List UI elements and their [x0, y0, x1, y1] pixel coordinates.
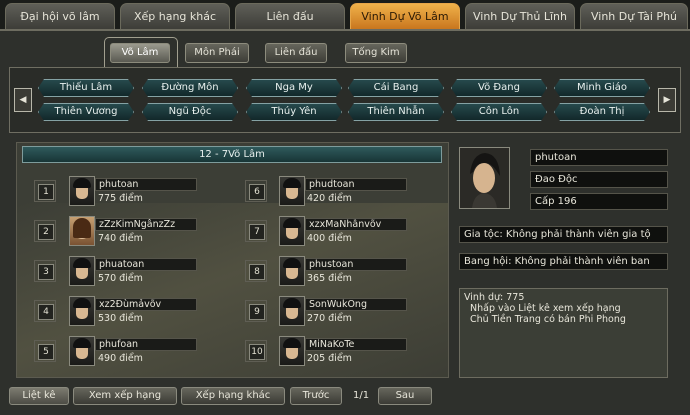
subtab-lien-dau[interactable]: Liên đấu — [265, 43, 327, 63]
avatar[interactable] — [279, 336, 305, 366]
faction-panel — [9, 67, 681, 133]
player-score: 205 điểm — [307, 353, 352, 364]
honor-line: Vinh dự: 775 — [464, 292, 525, 303]
tab-vinh-du-tai-phu[interactable]: Vinh Dự Tài Phú — [580, 3, 688, 29]
player-score: 740 điểm — [98, 233, 143, 244]
player-score: 365 điểm — [307, 273, 352, 284]
avatar[interactable] — [69, 336, 95, 366]
player-score: 400 điểm — [307, 233, 352, 244]
selected-player-guild: Bang hội: Không phải thành viên ban — [459, 253, 668, 270]
faction-ngu-doc[interactable]: Ngũ Độc — [142, 103, 238, 121]
rank-number: 5 — [34, 340, 56, 362]
player-name[interactable]: phustoan — [305, 258, 407, 271]
selected-player-portrait — [459, 147, 510, 209]
character-portrait-icon — [460, 148, 509, 208]
player-score: 270 điểm — [307, 313, 352, 324]
rank-number: 1 — [34, 180, 56, 202]
player-name[interactable]: xzxMaNhẫnvõv — [305, 218, 407, 231]
rank-number: 9 — [245, 300, 267, 322]
tab-lien-dau[interactable]: Liên đấu — [235, 3, 345, 29]
rank-number: 6 — [245, 180, 267, 202]
avatar[interactable] — [279, 216, 305, 246]
tab-xep-hang-khac[interactable]: Xếp hạng khác — [120, 3, 230, 29]
faction-vo-dang[interactable]: Võ Đang — [451, 79, 547, 97]
avatar[interactable] — [69, 256, 95, 286]
faction-con-lon[interactable]: Côn Lôn — [451, 103, 547, 121]
subtab-tong-kim[interactable]: Tống Kim — [345, 43, 407, 63]
rank-number: 10 — [245, 340, 267, 362]
faction-doan-thi[interactable]: Đoàn Thị — [554, 103, 650, 121]
avatar[interactable] — [69, 176, 95, 206]
tab-vinh-du-thu-linh[interactable]: Vinh Dự Thủ Lĩnh — [465, 3, 575, 29]
prev-page-button[interactable]: Trước — [290, 387, 342, 405]
faction-cai-bang[interactable]: Cái Bang — [348, 79, 444, 97]
next-page-button[interactable]: Sau — [378, 387, 432, 405]
honor-line: Nhấp vào Liệt kê xem xếp hạng — [470, 303, 621, 314]
selected-player-clan: Gia tộc: Không phải thành viên gia tộ — [459, 226, 668, 243]
other-rank-button[interactable]: Xếp hạng khác — [181, 387, 285, 405]
honor-line: Chủ Tiền Trang có bán Phi Phong — [470, 314, 626, 325]
faction-next-arrow[interactable]: ▶ — [658, 88, 676, 112]
faction-thien-nhan[interactable]: Thiên Nhẫn — [348, 103, 444, 121]
player-name[interactable]: phutoan — [95, 178, 197, 191]
subtab-mon-phai[interactable]: Môn Phái — [185, 43, 249, 63]
rank-number: 8 — [245, 260, 267, 282]
player-score: 570 điểm — [98, 273, 143, 284]
avatar[interactable] — [279, 176, 305, 206]
avatar[interactable] — [69, 296, 95, 326]
tab-vinh-du-vo-lam[interactable]: Vinh Dự Võ Lâm — [350, 3, 460, 29]
rank-number: 3 — [34, 260, 56, 282]
tab-dai-hoi-vo-lam[interactable]: Đại hội võ lâm — [5, 3, 115, 29]
ranking-title: 12 - 7Võ Lâm — [22, 146, 442, 163]
faction-duong-mon[interactable]: Đường Môn — [142, 79, 238, 97]
honor-info-box: Vinh dự: 775 Nhấp vào Liệt kê xem xếp hạ… — [459, 288, 668, 378]
rank-number: 2 — [34, 220, 56, 242]
selected-player-faction: Đao Độc — [530, 171, 668, 188]
faction-thieu-lam[interactable]: Thiếu Lâm — [38, 79, 134, 97]
avatar[interactable] — [279, 296, 305, 326]
player-name[interactable]: phuatoan — [95, 258, 197, 271]
avatar[interactable] — [69, 216, 95, 246]
list-button[interactable]: Liệt kê — [9, 387, 69, 405]
player-name[interactable]: zZzKimNgânzZz — [95, 218, 197, 231]
rank-number: 7 — [245, 220, 267, 242]
player-name[interactable]: MiNaKoTe — [305, 338, 407, 351]
player-score: 775 điểm — [98, 193, 143, 204]
faction-prev-arrow[interactable]: ◀ — [14, 88, 32, 112]
player-name[interactable]: phufoan — [95, 338, 197, 351]
player-name[interactable]: phudtoan — [305, 178, 407, 191]
player-score: 490 điểm — [98, 353, 143, 364]
avatar[interactable] — [279, 256, 305, 286]
player-name[interactable]: SonWukOng — [305, 298, 407, 311]
page-indicator: 1/1 — [353, 390, 370, 401]
selected-player-name: phutoan — [530, 149, 668, 166]
faction-minh-giao[interactable]: Minh Giáo — [554, 79, 650, 97]
view-rank-button[interactable]: Xem xếp hạng — [73, 387, 177, 405]
subtab-vo-lam[interactable]: Võ Lâm — [110, 43, 170, 63]
player-name[interactable]: xz2Đùmảvõv — [95, 298, 197, 311]
player-score: 420 điểm — [307, 193, 352, 204]
rank-number: 4 — [34, 300, 56, 322]
faction-nga-my[interactable]: Nga My — [246, 79, 342, 97]
faction-thuy-yen[interactable]: Thúy Yên — [246, 103, 342, 121]
faction-thien-vuong[interactable]: Thiên Vương — [38, 103, 134, 121]
selected-player-level: Cấp 196 — [530, 193, 668, 210]
player-score: 530 điểm — [98, 313, 143, 324]
